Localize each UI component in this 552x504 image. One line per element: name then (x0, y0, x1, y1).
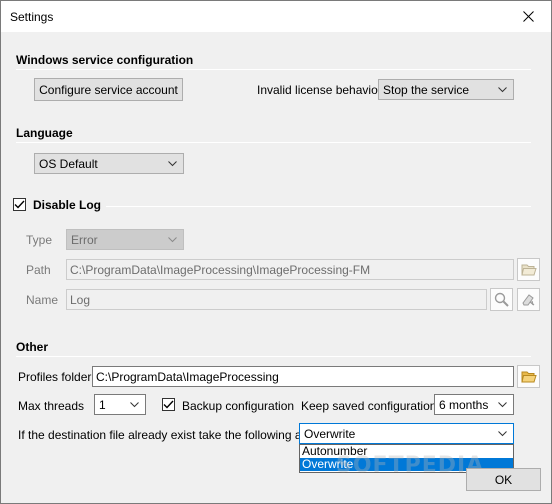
service-section-title: Windows service configuration (16, 53, 194, 67)
folder-icon (520, 371, 537, 383)
language-value: OS Default (39, 156, 98, 171)
checkmark-icon (14, 200, 25, 209)
chevron-down-icon (168, 236, 177, 242)
log-path-field[interactable]: C:\ProgramData\ImageProcessing\ImageProc… (66, 259, 514, 280)
log-type-select[interactable]: Error (66, 229, 184, 250)
max-threads-label: Max threads (18, 399, 85, 413)
log-path-label: Path (26, 263, 51, 277)
profiles-folder-label: Profiles folder: (18, 370, 95, 384)
close-button[interactable] (505, 1, 551, 32)
eraser-icon (522, 294, 535, 306)
log-clear-button[interactable] (517, 288, 540, 311)
log-name-label: Name (26, 293, 59, 307)
destination-action-select[interactable]: Overwrite (299, 423, 514, 444)
log-type-label: Type (26, 233, 53, 247)
destination-action-label: If the destination file already exist ta… (18, 428, 331, 442)
license-behavior-select[interactable]: Stop the service (378, 79, 514, 100)
service-separator (16, 69, 531, 70)
window-title: Settings (10, 10, 54, 24)
license-behavior-value: Stop the service (383, 82, 470, 97)
log-search-button[interactable] (490, 288, 513, 311)
magnifier-icon (494, 292, 509, 307)
chevron-down-icon (498, 401, 507, 407)
chevron-down-icon (498, 86, 507, 92)
max-threads-value: 1 (99, 397, 106, 412)
chevron-down-icon (168, 160, 177, 166)
keep-configurations-select[interactable]: 6 months (434, 394, 514, 415)
backup-configuration-label: Backup configuration (182, 399, 295, 413)
configure-service-account-button[interactable]: Configure service account (34, 78, 183, 101)
log-name-field[interactable]: Log (66, 289, 487, 310)
disable-log-checkbox[interactable] (13, 198, 26, 211)
license-behavior-label: Invalid license behavior (257, 83, 382, 97)
log-type-value: Error (71, 232, 98, 247)
folder-icon (520, 264, 537, 276)
keep-configurations-label: Keep saved configurations (301, 399, 443, 413)
profiles-folder-browse-button[interactable] (517, 365, 540, 388)
other-section-title: Other (16, 340, 49, 354)
destination-action-value: Overwrite (304, 426, 356, 441)
keep-configurations-value: 6 months (439, 397, 489, 412)
log-path-browse-button[interactable] (517, 258, 540, 281)
language-separator (16, 142, 531, 143)
language-select[interactable]: OS Default (34, 153, 184, 174)
softpedia-watermark: SOFTPEDIA (336, 453, 485, 478)
max-threads-select[interactable]: 1 (94, 394, 146, 415)
close-icon (522, 11, 534, 22)
checkmark-icon (163, 400, 174, 409)
log-separator (106, 206, 531, 207)
disable-log-label: Disable Log (33, 198, 102, 212)
backup-configuration-checkbox[interactable] (162, 398, 175, 411)
chevron-down-icon (498, 430, 507, 436)
chevron-down-icon (130, 401, 139, 407)
language-section-title: Language (16, 126, 73, 140)
settings-window: Settings Windows service configuration C… (0, 0, 552, 504)
title-bar: Settings (1, 1, 551, 32)
profiles-folder-field[interactable]: C:\ProgramData\ImageProcessing (92, 366, 514, 387)
other-separator (16, 356, 531, 357)
ok-button[interactable]: OK (466, 468, 541, 491)
